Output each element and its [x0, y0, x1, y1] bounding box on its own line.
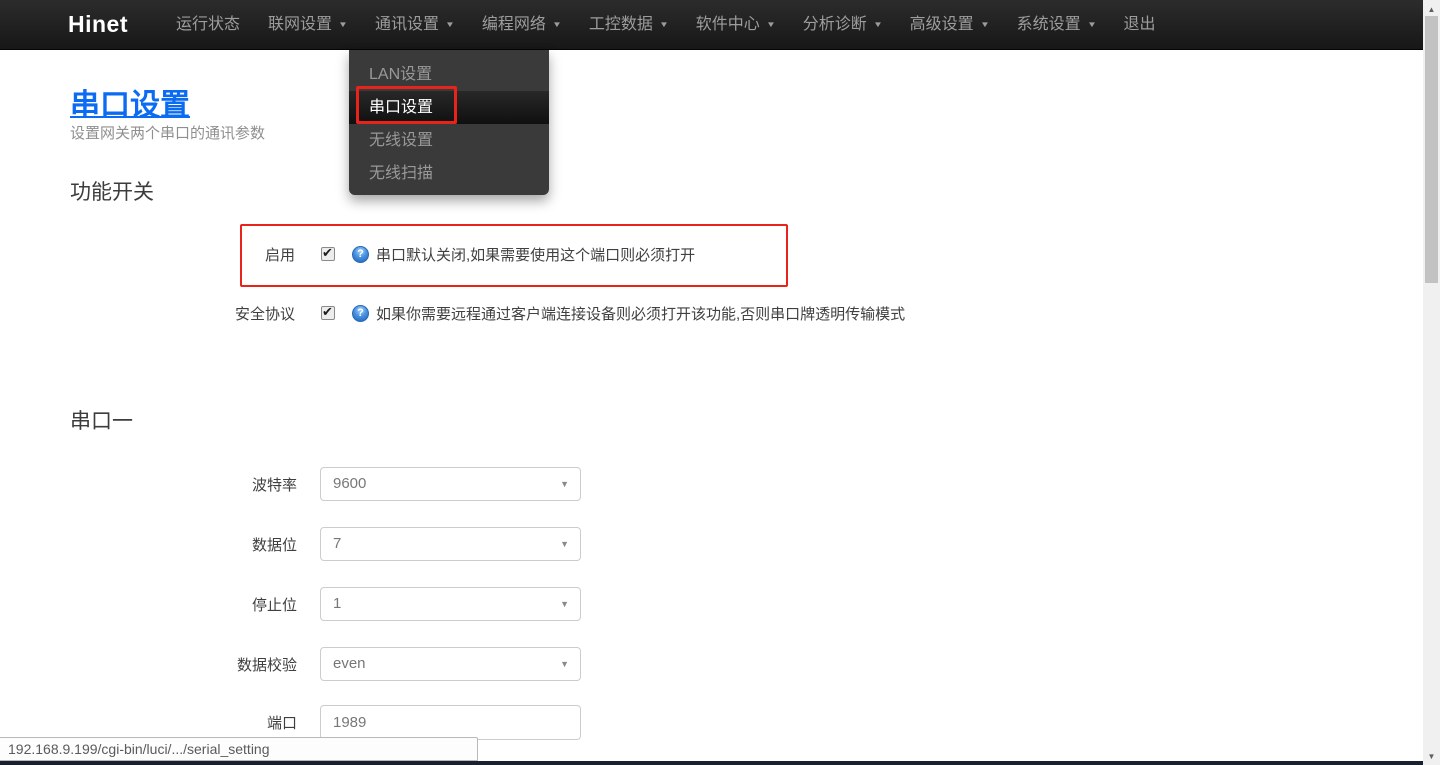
enable-row: 启用 串口默认关闭,如果需要使用这个端口则必须打开 — [70, 240, 695, 268]
caret-down-icon — [338, 0, 348, 50]
data-bits-select[interactable]: 7 — [320, 527, 581, 561]
router-admin-page: Hinet 运行状态 联网设置 通讯设置 编程网络 工控数据 软件中心 分析诊断 — [0, 0, 1440, 765]
question-help-icon — [352, 245, 369, 263]
nav-label: 工控数据 — [588, 15, 653, 33]
scrollbar-down-arrow-icon[interactable] — [1423, 748, 1440, 764]
nav-item-network-settings[interactable]: 联网设置 — [254, 0, 361, 50]
secure-protocol-checkbox[interactable] — [321, 304, 335, 320]
page-title: 串口设置 — [70, 89, 190, 122]
nav-item-system-settings[interactable]: 系统设置 — [1003, 0, 1110, 50]
selected-value: 9600 — [333, 475, 367, 492]
baud-rate-row: 波特率 9600 — [70, 467, 581, 501]
secure-protocol-description: 如果你需要远程通过客户端连接设备则必须打开该功能,否则串口牌透明传输模式 — [376, 305, 906, 323]
selected-value: 1 — [333, 595, 342, 612]
nav-label: 编程网络 — [481, 15, 546, 33]
nav-item-software-center[interactable]: 软件中心 — [682, 0, 789, 50]
caret-down-icon — [659, 0, 669, 50]
scrollbar-up-arrow-icon[interactable] — [1423, 1, 1440, 17]
caret-down-icon — [766, 0, 776, 50]
nav-item-programming-network[interactable]: 编程网络 — [468, 0, 575, 50]
enable-description: 串口默认关闭,如果需要使用这个端口则必须打开 — [376, 246, 696, 264]
nav-label: 软件中心 — [695, 15, 760, 33]
link-preview-status-bar: 192.168.9.199/cgi-bin/luci/.../serial_se… — [0, 737, 478, 761]
select-caret-icon — [560, 588, 569, 620]
top-navbar: Hinet 运行状态 联网设置 通讯设置 编程网络 工控数据 软件中心 分析诊断 — [0, 0, 1423, 50]
nav-item-logout[interactable]: 退出 — [1110, 0, 1170, 50]
port-row: 端口 — [70, 704, 581, 740]
selected-value: 7 — [333, 535, 342, 552]
port-label: 端口 — [266, 714, 297, 732]
stop-bits-row: 停止位 1 — [70, 587, 581, 621]
nav-label: 联网设置 — [268, 15, 333, 33]
nav-label: 通讯设置 — [374, 15, 439, 33]
caret-down-icon — [980, 0, 990, 50]
dropdown-item-wireless-settings[interactable]: 无线设置 — [349, 124, 549, 157]
caret-down-icon — [445, 0, 455, 50]
dropdown-item-lan-settings[interactable]: LAN设置 — [349, 58, 549, 91]
vertical-scrollbar[interactable] — [1423, 0, 1440, 765]
scrollbar-thumb[interactable] — [1425, 16, 1438, 283]
parity-row: 数据校验 even — [70, 647, 581, 681]
baud-rate-select[interactable]: 9600 — [320, 467, 581, 501]
parity-select[interactable]: even — [320, 647, 581, 681]
caret-down-icon — [1087, 0, 1097, 50]
selected-value: even — [333, 655, 366, 672]
nav-item-industrial-data[interactable]: 工控数据 — [575, 0, 682, 50]
enable-checkbox[interactable] — [321, 245, 335, 261]
comm-settings-dropdown-menu: LAN设置 串口设置 无线设置 无线扫描 — [349, 50, 549, 195]
section-heading-serial-one: 串口一 — [70, 410, 133, 433]
port-input[interactable] — [320, 704, 581, 740]
data-bits-label: 数据位 — [251, 536, 297, 554]
select-caret-icon — [560, 468, 569, 500]
nav-label: 高级设置 — [909, 15, 974, 33]
nav-label: 运行状态 — [176, 15, 241, 33]
page-subtitle: 设置网关两个串口的通讯参数 — [70, 125, 266, 142]
secure-protocol-row: 安全协议 如果你需要远程通过客户端连接设备则必须打开该功能,否则串口牌透明传输模… — [70, 299, 905, 327]
caret-down-icon — [873, 0, 883, 50]
nav-label: 分析诊断 — [802, 15, 867, 33]
data-bits-row: 数据位 7 — [70, 527, 581, 561]
brand-logo[interactable]: Hinet — [68, 11, 128, 38]
enable-label: 启用 — [264, 246, 295, 264]
nav-item-analysis-diagnosis[interactable]: 分析诊断 — [789, 0, 896, 50]
stop-bits-select[interactable]: 1 — [320, 587, 581, 621]
baud-rate-label: 波特率 — [251, 476, 297, 494]
secure-protocol-label: 安全协议 — [234, 305, 295, 323]
nav-item-advanced-settings[interactable]: 高级设置 — [896, 0, 1003, 50]
nav-label: 退出 — [1123, 15, 1156, 33]
nav-item-run-status[interactable]: 运行状态 — [162, 0, 254, 50]
stop-bits-label: 停止位 — [251, 596, 297, 614]
dropdown-item-wireless-scan[interactable]: 无线扫描 — [349, 157, 549, 190]
select-caret-icon — [560, 648, 569, 680]
caret-down-icon — [552, 0, 562, 50]
question-help-icon — [352, 304, 369, 322]
taskbar-edge — [0, 761, 1440, 765]
select-caret-icon — [560, 528, 569, 560]
parity-label: 数据校验 — [236, 656, 297, 674]
nav-label: 系统设置 — [1016, 15, 1081, 33]
dropdown-item-serial-settings[interactable]: 串口设置 — [349, 91, 549, 124]
nav-item-comm-settings[interactable]: 通讯设置 — [361, 0, 468, 50]
section-heading-feature-switch: 功能开关 — [70, 181, 154, 204]
